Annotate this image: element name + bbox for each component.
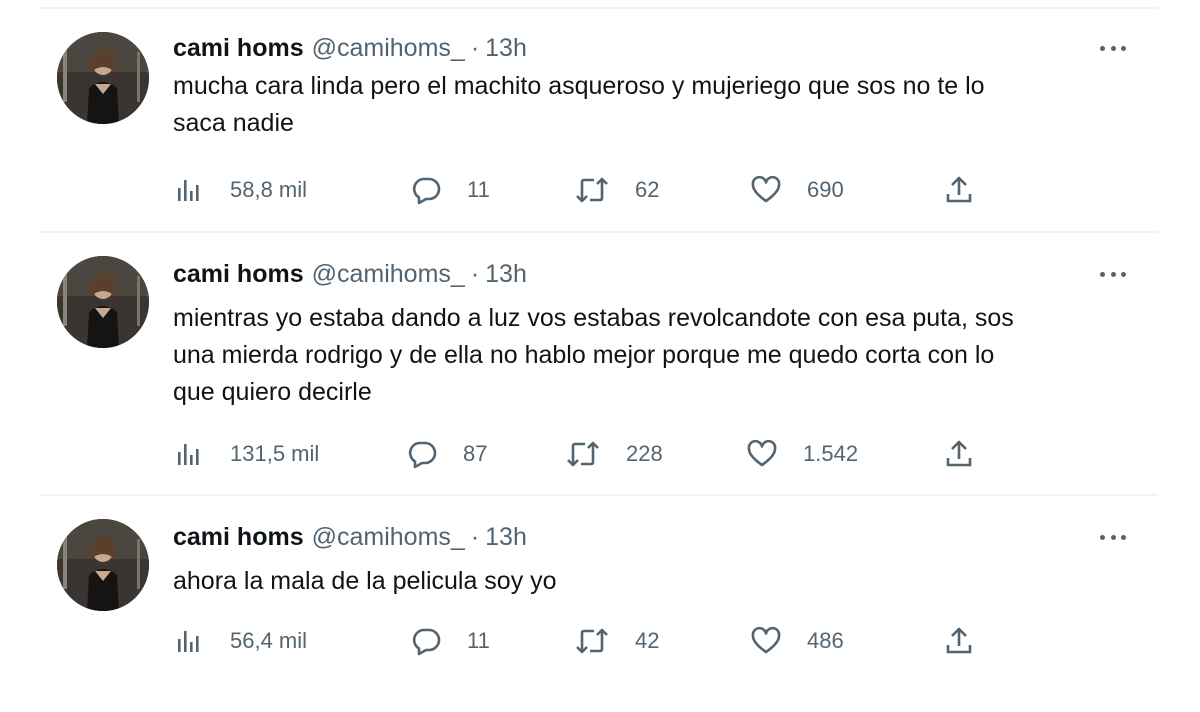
share-button[interactable] [945,436,973,472]
tweet-text: ahora la mala de la pelicula soy yo [173,563,1133,600]
user-handle[interactable]: @camihoms_ [312,30,465,66]
divider [40,7,1158,9]
reply-count: 11 [467,628,490,653]
avatar[interactable] [57,256,149,348]
views-count: 131,5 mil [230,441,320,466]
separator: · [470,523,480,551]
retweet-arrows-icon [567,441,599,467]
timestamp[interactable]: 13h [485,256,527,292]
separator: · [470,34,480,62]
views-button[interactable]: 58,8 mil [176,172,307,208]
tweet-actions: 56,4 mil 11 42 486 [0,623,1200,659]
tweet-header: cami homs @camihoms_ · 13h [173,30,527,66]
user-handle[interactable]: @camihoms_ [312,256,465,292]
display-name[interactable]: cami homs [173,519,304,555]
views-bar-chart-icon [178,180,199,201]
tweet-text: mucha cara linda pero el machito asquero… [173,68,1133,142]
reply-button[interactable]: 87 [407,436,487,472]
tweet-text-line: una mierda rodrigo y de ella no hablo me… [173,341,995,369]
divider [40,231,1158,233]
reply-bubble-icon [412,177,441,205]
retweet-arrows-icon [576,177,608,203]
retweet-button[interactable]: 42 [575,623,659,659]
views-button[interactable]: 131,5 mil [176,436,319,472]
user-handle[interactable]: @camihoms_ [312,519,465,555]
tweet-text-line: que quiero decirle [173,378,372,406]
tweet-text-line: ahora la mala de la pelicula soy yo [173,567,557,595]
reply-button[interactable]: 11 [411,172,490,208]
views-count: 56,4 mil [230,628,308,653]
tweet-text-line: mientras yo estaba dando a luz vos estab… [173,304,1014,332]
timestamp[interactable]: 13h [485,30,527,66]
timestamp[interactable]: 13h [485,519,527,555]
more-options-icon[interactable] [1098,38,1128,58]
avatar[interactable] [57,519,149,611]
avatar[interactable] [57,32,149,124]
reply-count: 11 [467,177,490,202]
reply-button[interactable]: 11 [411,623,490,659]
separator: · [470,260,480,288]
tweet-text: mientras yo estaba dando a luz vos estab… [173,300,1133,411]
retweet-button[interactable]: 228 [566,436,663,472]
like-button[interactable]: 486 [751,623,844,659]
tweet-feed: cami homs @camihoms_ · 13h mucha cara li… [0,0,1200,712]
like-count: 1.542 [803,441,859,466]
reply-bubble-icon [408,441,437,469]
like-count: 486 [807,628,844,653]
tweet-actions: 131,5 mil 87 228 1.542 [0,436,1200,472]
tweet-header: cami homs @camihoms_ · 13h [173,256,527,292]
like-button[interactable]: 1.542 [747,436,858,472]
share-upload-icon [946,627,972,654]
more-options-icon[interactable] [1098,264,1128,284]
views-bar-chart-icon [178,444,199,465]
reply-count: 87 [463,441,488,466]
heart-icon [751,626,781,654]
tweet-header: cami homs @camihoms_ · 13h [173,519,527,555]
share-button[interactable] [945,623,973,659]
retweet-button[interactable]: 62 [575,172,659,208]
share-upload-icon [946,176,972,203]
like-button[interactable]: 690 [751,172,844,208]
like-count: 690 [807,177,844,202]
share-upload-icon [946,440,972,467]
retweet-count: 42 [635,628,660,653]
heart-icon [751,175,781,203]
retweet-arrows-icon [576,628,608,654]
more-options-icon[interactable] [1098,527,1128,547]
heart-icon [747,439,777,467]
retweet-count: 62 [635,177,660,202]
tweet-actions: 58,8 mil 11 62 690 [0,172,1200,208]
views-count: 58,8 mil [230,177,308,202]
share-button[interactable] [945,172,973,208]
display-name[interactable]: cami homs [173,256,304,292]
views-bar-chart-icon [178,631,199,652]
tweet-text-line: saca nadie [173,109,294,137]
divider [40,494,1158,496]
reply-bubble-icon [412,628,441,656]
tweet-text-line: mucha cara linda pero el machito asquero… [173,72,985,100]
views-button[interactable]: 56,4 mil [176,623,307,659]
retweet-count: 228 [626,441,663,466]
display-name[interactable]: cami homs [173,30,304,66]
